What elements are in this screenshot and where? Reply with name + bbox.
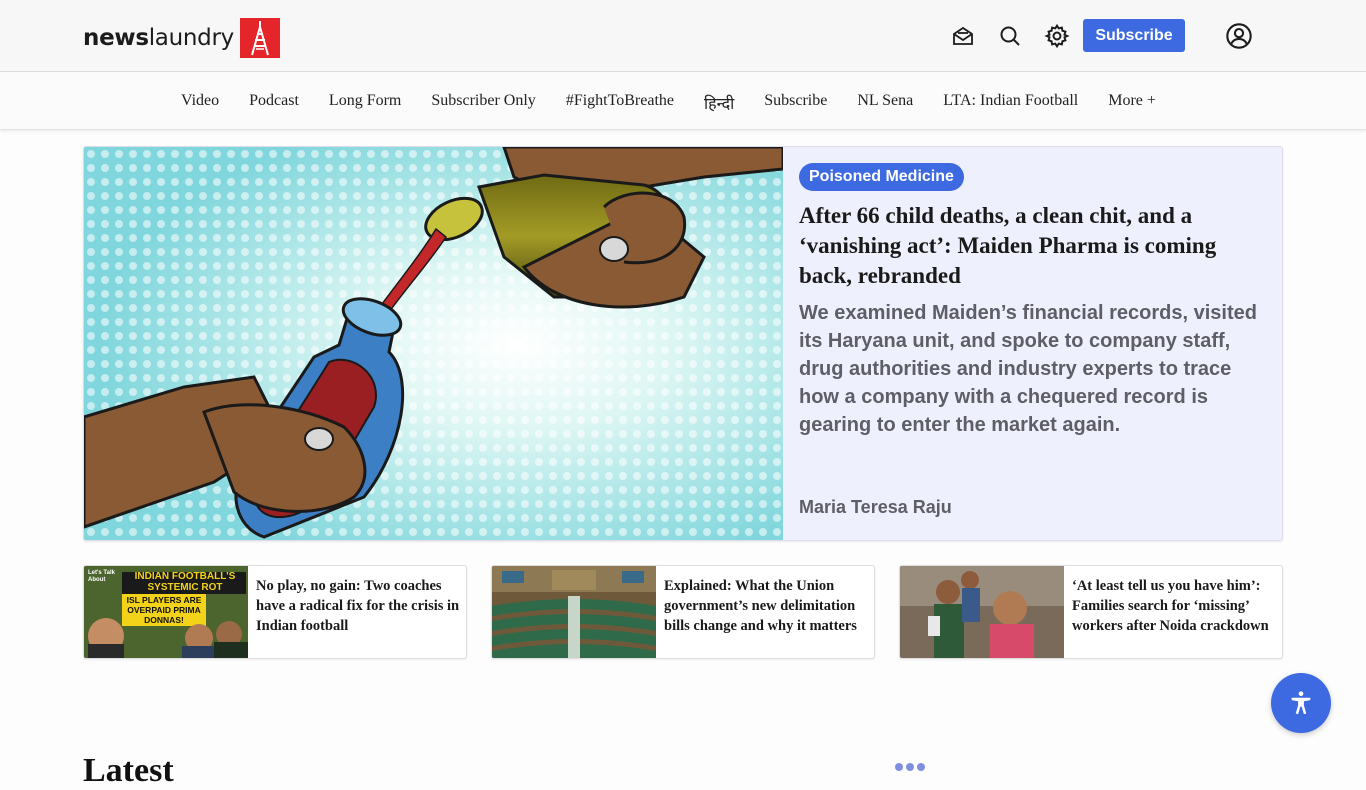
nav-item-video[interactable]: Video	[181, 92, 219, 114]
logo-emblem	[239, 18, 280, 58]
nav-item-fight-to-breathe[interactable]: #FightToBreathe	[566, 92, 674, 114]
story-thumbnail-parliament	[492, 566, 656, 658]
story-thumbnail-families	[900, 566, 1064, 658]
nav-item-subscribe[interactable]: Subscribe	[764, 92, 827, 114]
nav-item-lta-indian-football[interactable]: LTA: Indian Football	[943, 92, 1078, 114]
hero-headline[interactable]: After 66 child deaths, a clean chit, and…	[799, 201, 1269, 291]
hero-author[interactable]: Maria Teresa Raju	[799, 497, 952, 518]
accessibility-button[interactable]	[1271, 673, 1331, 733]
story-card-title[interactable]: No play, no gain: Two coaches have a rad…	[256, 576, 462, 636]
story-card[interactable]: ‘At least tell us you have him’: Familie…	[899, 565, 1283, 659]
carousel-dots[interactable]	[895, 763, 928, 771]
accessibility-icon	[1291, 691, 1311, 715]
account-icon[interactable]	[1225, 22, 1253, 55]
hero-story-card[interactable]: Poisoned Medicine After 66 child deaths,…	[83, 146, 1283, 541]
gear-icon[interactable]	[1043, 19, 1071, 53]
section-nav: Video Podcast Long Form Subscriber Only …	[0, 72, 1366, 130]
nav-item-subscriber-only[interactable]: Subscriber Only	[431, 92, 535, 114]
top-bar: newslaundry Subscribe	[0, 0, 1366, 72]
header-icon-group	[949, 19, 1071, 53]
nav-item-podcast[interactable]: Podcast	[249, 92, 299, 114]
hero-summary: We examined Maiden’s financial records, …	[799, 302, 1257, 436]
hero-illustration[interactable]	[84, 147, 783, 540]
thumbnail-headline: INDIAN FOOTBALL'S SYSTEMIC ROT	[134, 571, 236, 593]
story-card[interactable]: Explained: What the Union government’s n…	[491, 565, 875, 659]
nav-item-hindi[interactable]: हिन्दी	[704, 92, 734, 114]
latest-section-heading: Latest	[83, 752, 174, 789]
story-card-row: INDIAN FOOTBALL'S SYSTEMIC ROT ISL PLAYE…	[83, 565, 1283, 659]
story-thumbnail-football: INDIAN FOOTBALL'S SYSTEMIC ROT ISL PLAYE…	[84, 566, 248, 658]
story-card-title[interactable]: ‘At least tell us you have him’: Familie…	[1072, 576, 1278, 636]
search-icon[interactable]	[996, 19, 1024, 53]
story-card[interactable]: INDIAN FOOTBALL'S SYSTEMIC ROT ISL PLAYE…	[83, 565, 467, 659]
subscribe-button[interactable]: Subscribe	[1083, 19, 1185, 52]
site-logo[interactable]: newslaundry	[83, 18, 280, 58]
logo-wordmark: newslaundry	[83, 25, 234, 51]
category-tag[interactable]: Poisoned Medicine	[799, 163, 964, 191]
nav-item-nl-sena[interactable]: NL Sena	[857, 92, 913, 114]
nav-item-more[interactable]: More +	[1108, 92, 1156, 114]
newsletter-envelope-icon[interactable]	[949, 19, 977, 53]
story-card-title[interactable]: Explained: What the Union government’s n…	[664, 576, 870, 636]
thumbnail-show-badge: Let's Talk About	[88, 570, 115, 583]
hero-text-block: Poisoned Medicine After 66 child deaths,…	[799, 163, 1269, 439]
thumbnail-subheadline: ISL PLAYERS ARE OVERPAID PRIMA DONNAS!	[126, 595, 202, 625]
nav-item-long-form[interactable]: Long Form	[329, 92, 401, 114]
